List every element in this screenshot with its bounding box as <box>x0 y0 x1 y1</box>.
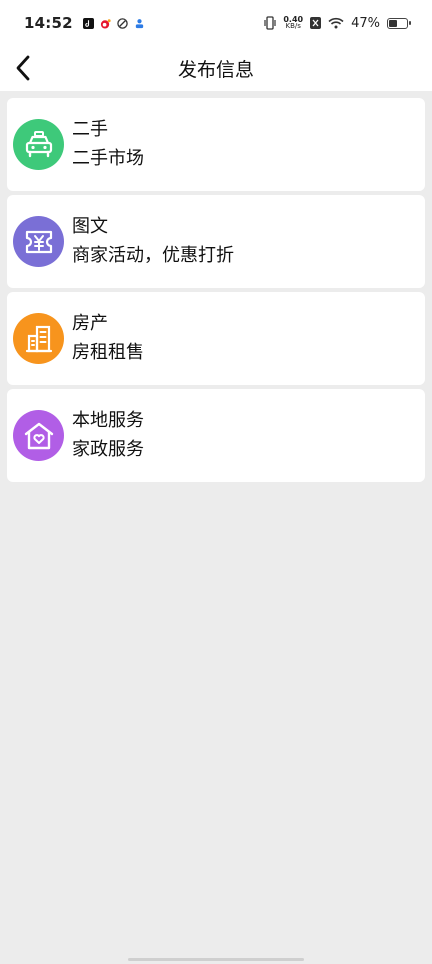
category-title: 图文 <box>72 216 108 237</box>
chevron-left-icon <box>16 55 30 81</box>
category-title: 本地服务 <box>72 410 144 431</box>
status-right: 0.40 KB/s 47% <box>264 15 411 31</box>
battery-level <box>389 19 397 27</box>
battery-percent: 47% <box>351 15 380 31</box>
status-time: 14:52 <box>24 14 73 32</box>
status-bar: 14:52 0.40 KB/s 47% <box>0 0 432 46</box>
category-item-graphic-text[interactable]: 图文 商家活动，优惠打折 <box>7 195 425 288</box>
sim-x-icon <box>310 17 322 29</box>
category-subtitle: 家政服务 <box>72 439 144 460</box>
category-title: 房产 <box>72 313 108 334</box>
speed-unit: KB/s <box>285 22 301 30</box>
category-list: 二手 二手市场 图文 商家活动，优惠打折 房产 房租租售 本地服务 家政服务 <box>7 98 425 486</box>
category-subtitle: 房租租售 <box>72 342 144 363</box>
category-subtitle: 商家活动，优惠打折 <box>72 245 234 266</box>
category-item-second-hand[interactable]: 二手 二手市场 <box>7 98 425 191</box>
battery-icon <box>387 17 411 29</box>
home-indicator[interactable] <box>128 958 304 961</box>
page-title: 发布信息 <box>177 59 254 81</box>
weibo-icon <box>100 18 111 29</box>
home-heart-icon <box>13 410 64 461</box>
category-subtitle: 二手市场 <box>72 148 144 169</box>
app-person-icon <box>135 18 143 28</box>
wifi-icon <box>328 17 344 29</box>
car-icon <box>13 119 64 170</box>
tiktok-icon <box>82 17 94 29</box>
coupon-icon <box>13 216 64 267</box>
network-speed: 0.40 KB/s <box>283 16 303 30</box>
category-item-local-service[interactable]: 本地服务 家政服务 <box>7 389 425 482</box>
notification-icons <box>82 17 145 29</box>
category-item-real-estate[interactable]: 房产 房租租售 <box>7 292 425 385</box>
category-title: 二手 <box>72 119 108 140</box>
back-button[interactable] <box>8 52 38 84</box>
vibrate-icon <box>264 16 276 30</box>
header: 发布信息 <box>0 46 432 91</box>
app-link-icon <box>117 17 128 29</box>
building-icon <box>13 313 64 364</box>
